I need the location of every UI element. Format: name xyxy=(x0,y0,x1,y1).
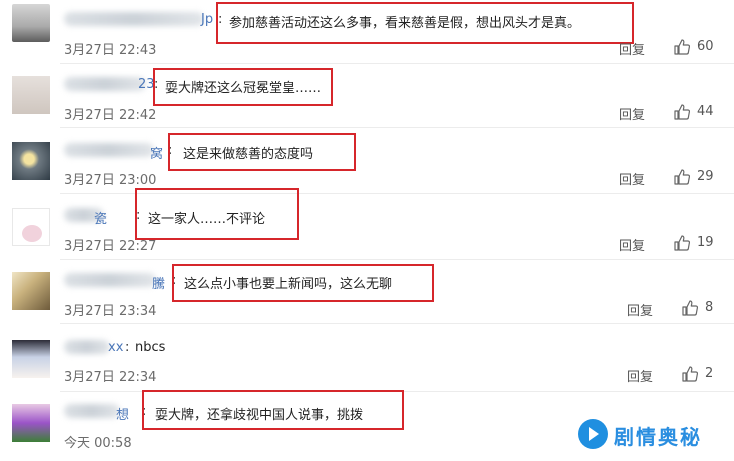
comment-date: 3月27日 22:43 xyxy=(64,43,157,58)
divider xyxy=(60,323,734,324)
thumbs-up-icon[interactable] xyxy=(681,365,699,383)
reply-button[interactable]: 回复 xyxy=(627,300,653,319)
thumbs-up-icon[interactable] xyxy=(673,103,691,121)
comment-date: 3月27日 22:42 xyxy=(64,108,157,123)
comment-text: 这么点小事也要上新闻吗，这么无聊 xyxy=(184,277,393,292)
reply-button[interactable]: 回复 xyxy=(619,235,645,254)
comment-date: 3月27日 22:27 xyxy=(64,239,157,254)
blurred-username xyxy=(64,12,204,26)
username[interactable]: Jp xyxy=(201,12,213,27)
comment-date: 3月27日 23:00 xyxy=(64,173,157,188)
username[interactable]: xx xyxy=(108,340,123,355)
comment-item: 23 : 耍大牌还这么冠冕堂皇…… 3月27日 22:42 回复 44 xyxy=(0,64,734,128)
divider xyxy=(60,127,734,128)
comment-item: xx : nbcs 3月27日 22:34 回复 2 xyxy=(0,328,734,392)
comment-item: Jp : 参加慈善活动还这么多事，看来慈善是假，想出风头才是真。 3月27日 2… xyxy=(0,0,734,64)
blurred-username xyxy=(64,273,156,287)
avatar[interactable] xyxy=(12,340,50,378)
username[interactable]: 騰 xyxy=(152,273,165,292)
like-count: 29 xyxy=(697,169,714,184)
comment-text: nbcs xyxy=(135,340,166,355)
colon: : xyxy=(125,340,130,355)
thumbs-up-icon[interactable] xyxy=(681,299,699,317)
comment-date: 3月27日 22:34 xyxy=(64,370,157,385)
avatar[interactable] xyxy=(12,208,50,246)
reply-button[interactable]: 回复 xyxy=(619,169,645,188)
avatar[interactable] xyxy=(12,142,50,180)
comment-text: 耍大牌，还拿歧视中国人说事，挑拨 xyxy=(155,408,364,423)
like-count: 60 xyxy=(697,39,714,54)
blurred-username xyxy=(64,143,154,157)
reply-button[interactable]: 回复 xyxy=(619,104,645,123)
play-icon xyxy=(578,419,608,449)
blurred-username xyxy=(64,340,110,354)
thumbs-up-icon[interactable] xyxy=(673,38,691,56)
username[interactable]: 窝 xyxy=(150,143,163,162)
comment-item: 瓷 : 这一家人……不评论 3月27日 22:27 回复 19 xyxy=(0,188,734,260)
like-count: 8 xyxy=(705,300,714,315)
like-count: 44 xyxy=(697,104,714,119)
like-count: 19 xyxy=(697,235,714,250)
username[interactable]: 想 xyxy=(116,404,129,423)
like-count: 2 xyxy=(705,366,714,381)
blurred-username xyxy=(64,77,146,91)
comment-item: 騰 : 这么点小事也要上新闻吗，这么无聊 3月27日 23:34 回复 8 xyxy=(0,260,734,324)
reply-button[interactable]: 回复 xyxy=(627,366,653,385)
comment-text: 这一家人……不评论 xyxy=(148,212,266,227)
thumbs-up-icon[interactable] xyxy=(673,234,691,252)
username[interactable]: 瓷 xyxy=(94,208,107,227)
avatar[interactable] xyxy=(12,272,50,310)
blurred-username xyxy=(64,404,120,418)
avatar[interactable] xyxy=(12,4,50,42)
avatar[interactable] xyxy=(12,404,50,442)
comment-item: 窝 : 这是来做慈善的态度吗 3月27日 23:00 回复 29 xyxy=(0,130,734,194)
comment-date: 今天 00:58 xyxy=(64,436,132,451)
comment-text: 这是来做慈善的态度吗 xyxy=(183,147,314,162)
watermark: 剧情奥秘 xyxy=(574,413,728,457)
avatar[interactable] xyxy=(12,76,50,114)
comment-text: 耍大牌还这么冠冕堂皇…… xyxy=(165,81,322,96)
comment-text: 参加慈善活动还这么多事，看来慈善是假，想出风头才是真。 xyxy=(229,16,581,31)
reply-button[interactable]: 回复 xyxy=(619,39,645,58)
watermark-text: 剧情奥秘 xyxy=(614,425,702,449)
thumbs-up-icon[interactable] xyxy=(673,168,691,186)
comment-date: 3月27日 23:34 xyxy=(64,304,157,319)
